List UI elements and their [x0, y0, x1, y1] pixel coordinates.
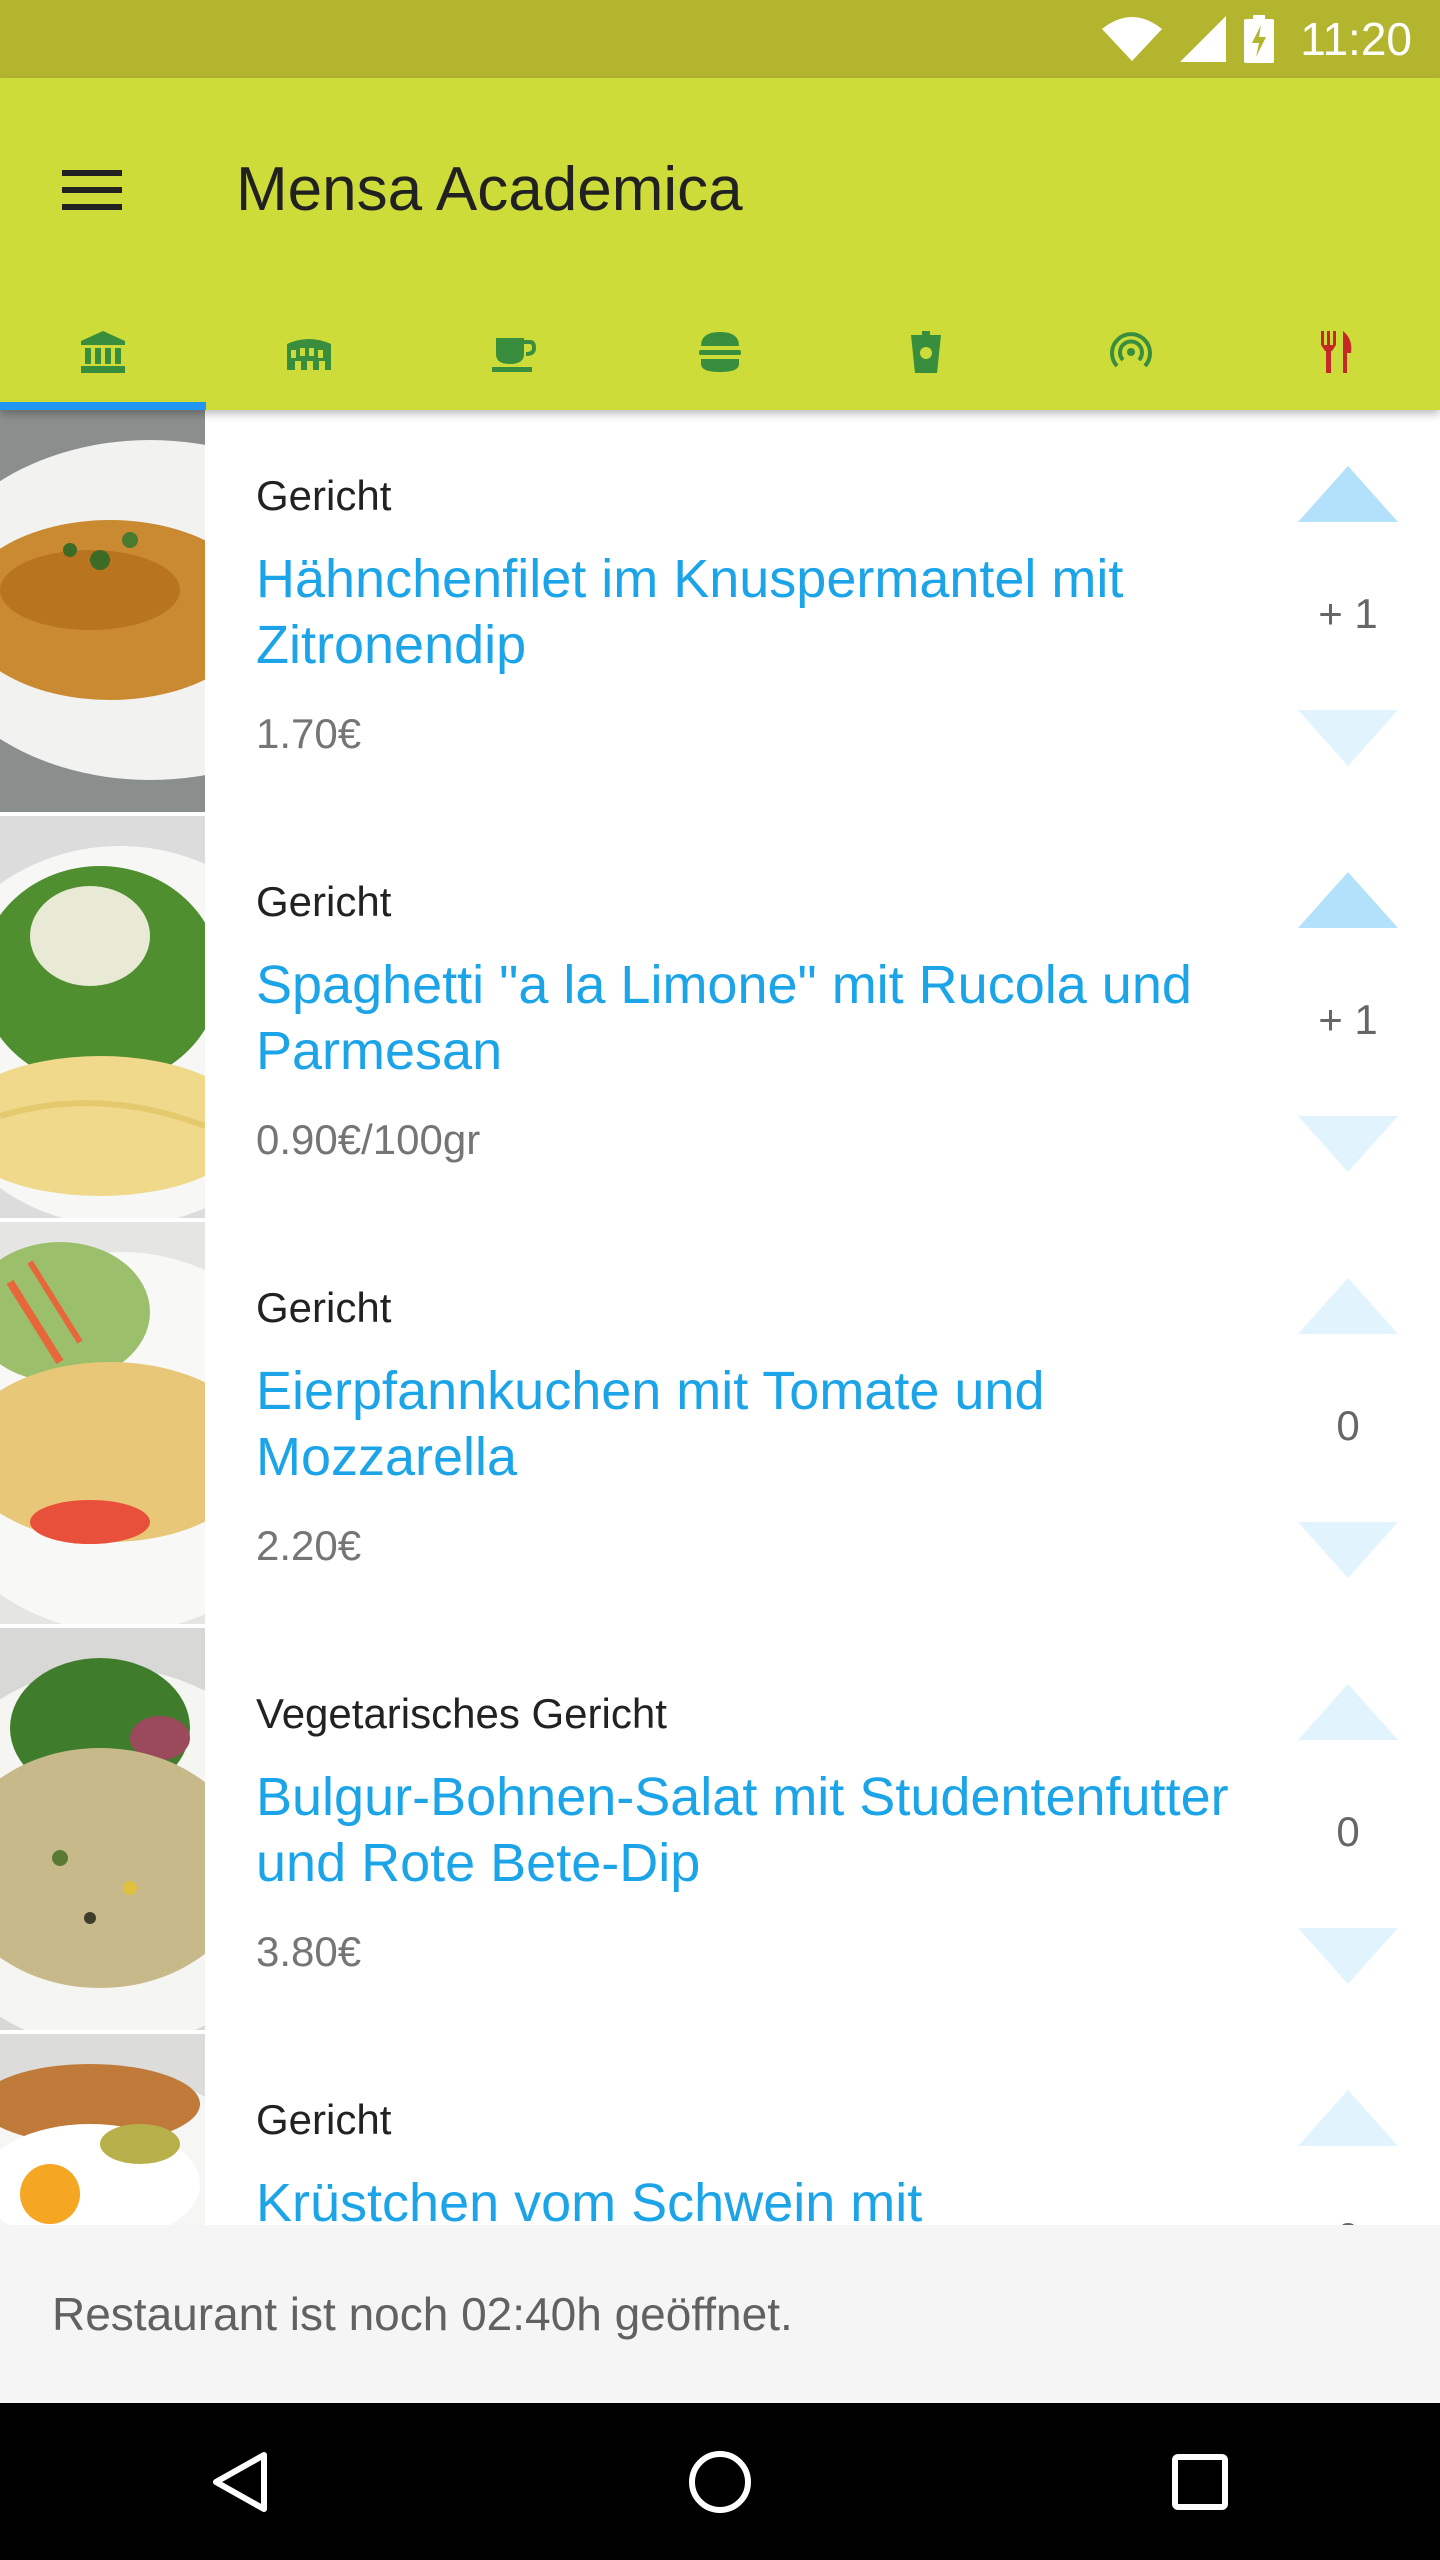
list-item[interactable]: Vegetarisches Gericht Bulgur-Bohnen-Sala…: [0, 1628, 1440, 2034]
dish-photo: [0, 816, 205, 1218]
upvote-icon[interactable]: [1298, 1278, 1398, 1334]
list-item[interactable]: Gericht Hähnchenfilet im Knuspermantel m…: [0, 410, 1440, 816]
battery-charging-icon: [1244, 15, 1275, 63]
tab-restaurant[interactable]: [1234, 294, 1440, 410]
downvote-icon[interactable]: [1298, 710, 1398, 766]
back-button[interactable]: [160, 2403, 320, 2560]
dish-price: 2.20€: [256, 1522, 362, 1569]
tab-broadcast[interactable]: [1029, 294, 1235, 410]
status-bar: 11:20: [0, 0, 1440, 78]
tab-burger[interactable]: [617, 294, 823, 410]
wifi-icon: [1102, 17, 1163, 61]
signal-icon: [1110, 332, 1153, 368]
building-columns-icon: [80, 331, 125, 373]
opening-hours-footer: Restaurant ist noch 02:40h geöffnet.: [0, 2225, 1440, 2403]
upvote-icon[interactable]: [1298, 1684, 1398, 1740]
dish-category: Gericht: [256, 878, 392, 925]
dish-name: Hähnchenfilet im Knuspermantel mit Zitro…: [256, 549, 1124, 675]
menu-button[interactable]: [40, 138, 144, 242]
colosseum-icon: [286, 339, 331, 370]
opening-hours-text: Restaurant ist noch 02:40h geöffnet.: [52, 2288, 793, 2340]
recents-square-icon: [1172, 2453, 1228, 2510]
dish-photo: [0, 2034, 205, 2225]
coffee-cup-icon: [492, 338, 537, 372]
drink-cup-icon: [910, 331, 941, 373]
status-time: 11:20: [1300, 13, 1412, 65]
dish-category: Vegetarisches Gericht: [256, 1690, 667, 1737]
upvote-icon[interactable]: [1298, 466, 1398, 522]
dish-photo: [0, 410, 205, 812]
vote-count: 0: [1336, 1402, 1360, 1449]
vote-count: + 1: [1318, 996, 1378, 1043]
back-triangle-icon: [213, 2451, 267, 2512]
tab-mensa[interactable]: [0, 294, 206, 410]
vote-count: + 1: [1318, 590, 1378, 637]
fork-knife-icon: [1321, 331, 1352, 373]
tab-drinks[interactable]: [823, 294, 1029, 410]
dish-price: 1.70€: [256, 710, 362, 757]
vote-count: 0: [1298, 2214, 1398, 2225]
tab-bar: [0, 294, 1440, 410]
cell-signal-icon: [1180, 16, 1227, 62]
home-circle-icon: [689, 2450, 751, 2513]
system-nav-bar: [0, 2403, 1440, 2560]
tab-cafe[interactable]: [411, 294, 617, 410]
app-title: Mensa Academica: [236, 155, 743, 224]
dish-name: Eierpfannkuchen mit Tomate und Mozzarell…: [256, 1361, 1045, 1487]
app-bar: Mensa Academica: [0, 78, 1440, 410]
dish-category: Gericht: [256, 472, 392, 519]
downvote-icon[interactable]: [1298, 1522, 1398, 1578]
list-item[interactable]: Gericht Krüstchen vom Schwein mit 0: [0, 2034, 1440, 2225]
tab-indicator: [0, 402, 206, 410]
list-item[interactable]: Gericht Eierpfannkuchen mit Tomate und M…: [0, 1222, 1440, 1628]
dish-price: 0.90€/100gr: [256, 1116, 481, 1163]
burger-icon: [699, 332, 742, 372]
dish-category: Gericht: [256, 2096, 392, 2143]
dish-name: Krüstchen vom Schwein mit: [256, 2173, 923, 2225]
dish-price: 3.80€: [256, 1928, 362, 1975]
downvote-icon[interactable]: [1298, 1116, 1398, 1172]
dish-photo: [0, 1222, 205, 1624]
home-button[interactable]: [640, 2403, 800, 2560]
downvote-icon[interactable]: [1298, 1928, 1398, 1984]
upvote-icon[interactable]: [1298, 872, 1398, 928]
dish-name: Spaghetti "a la Limone" mit Rucola und P…: [256, 955, 1192, 1081]
list-item[interactable]: Gericht Spaghetti "a la Limone" mit Ruco…: [0, 816, 1440, 1222]
vote-count: 0: [1336, 1808, 1360, 1855]
dish-photo: [0, 1628, 205, 2030]
dish-category: Gericht: [256, 1284, 392, 1331]
hamburger-menu-icon: [62, 170, 122, 210]
recents-button[interactable]: [1120, 2403, 1280, 2560]
status-icons: 11:20: [1102, 0, 1412, 78]
dish-list: Gericht Hähnchenfilet im Knuspermantel m…: [0, 410, 1440, 2225]
upvote-icon[interactable]: [1298, 2090, 1398, 2146]
dish-name: Bulgur-Bohnen-Salat mit Studentenfutter …: [256, 1767, 1229, 1893]
tab-colosseum[interactable]: [206, 294, 412, 410]
